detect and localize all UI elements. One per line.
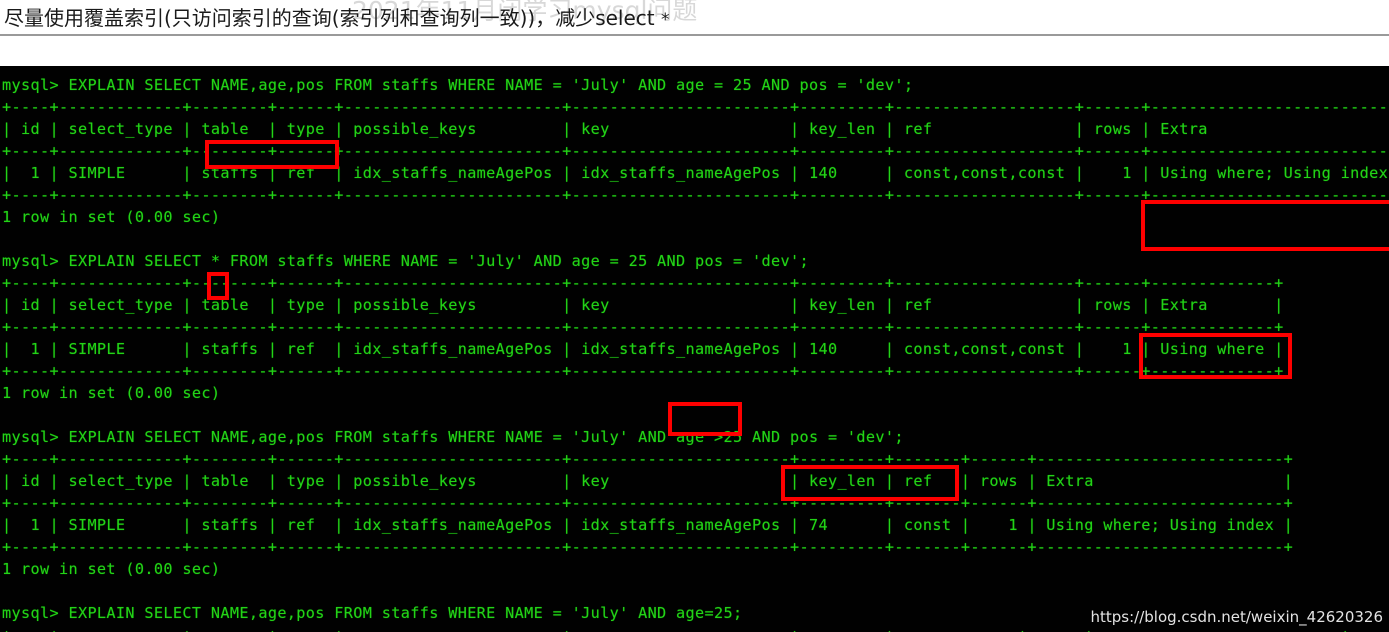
covering-index-note: 尽量使用覆盖索引(只访问索引的查询(索引列和查询列一致))，减少select *: [4, 2, 670, 31]
screenshot-root: 2021年11月闭学习mysql问题 尽量使用覆盖索引(只访问索引的查询(索引列…: [0, 0, 1389, 632]
horizontal-rule: [0, 34, 1389, 36]
mysql-terminal[interactable]: mysql> EXPLAIN SELECT NAME,age,pos FROM …: [0, 66, 1389, 632]
blog-url-watermark: https://blog.csdn.net/weixin_42620326: [1090, 608, 1383, 626]
covering-index-note-text: 尽量使用覆盖索引(只访问索引的查询(索引列和查询列一致))，减少select: [4, 6, 661, 30]
terminal-output: mysql> EXPLAIN SELECT NAME,age,pos FROM …: [2, 76, 1389, 632]
document-header-band: 2021年11月闭学习mysql问题 尽量使用覆盖索引(只访问索引的查询(索引列…: [0, 0, 1389, 66]
covering-index-note-tail: *: [661, 10, 670, 30]
